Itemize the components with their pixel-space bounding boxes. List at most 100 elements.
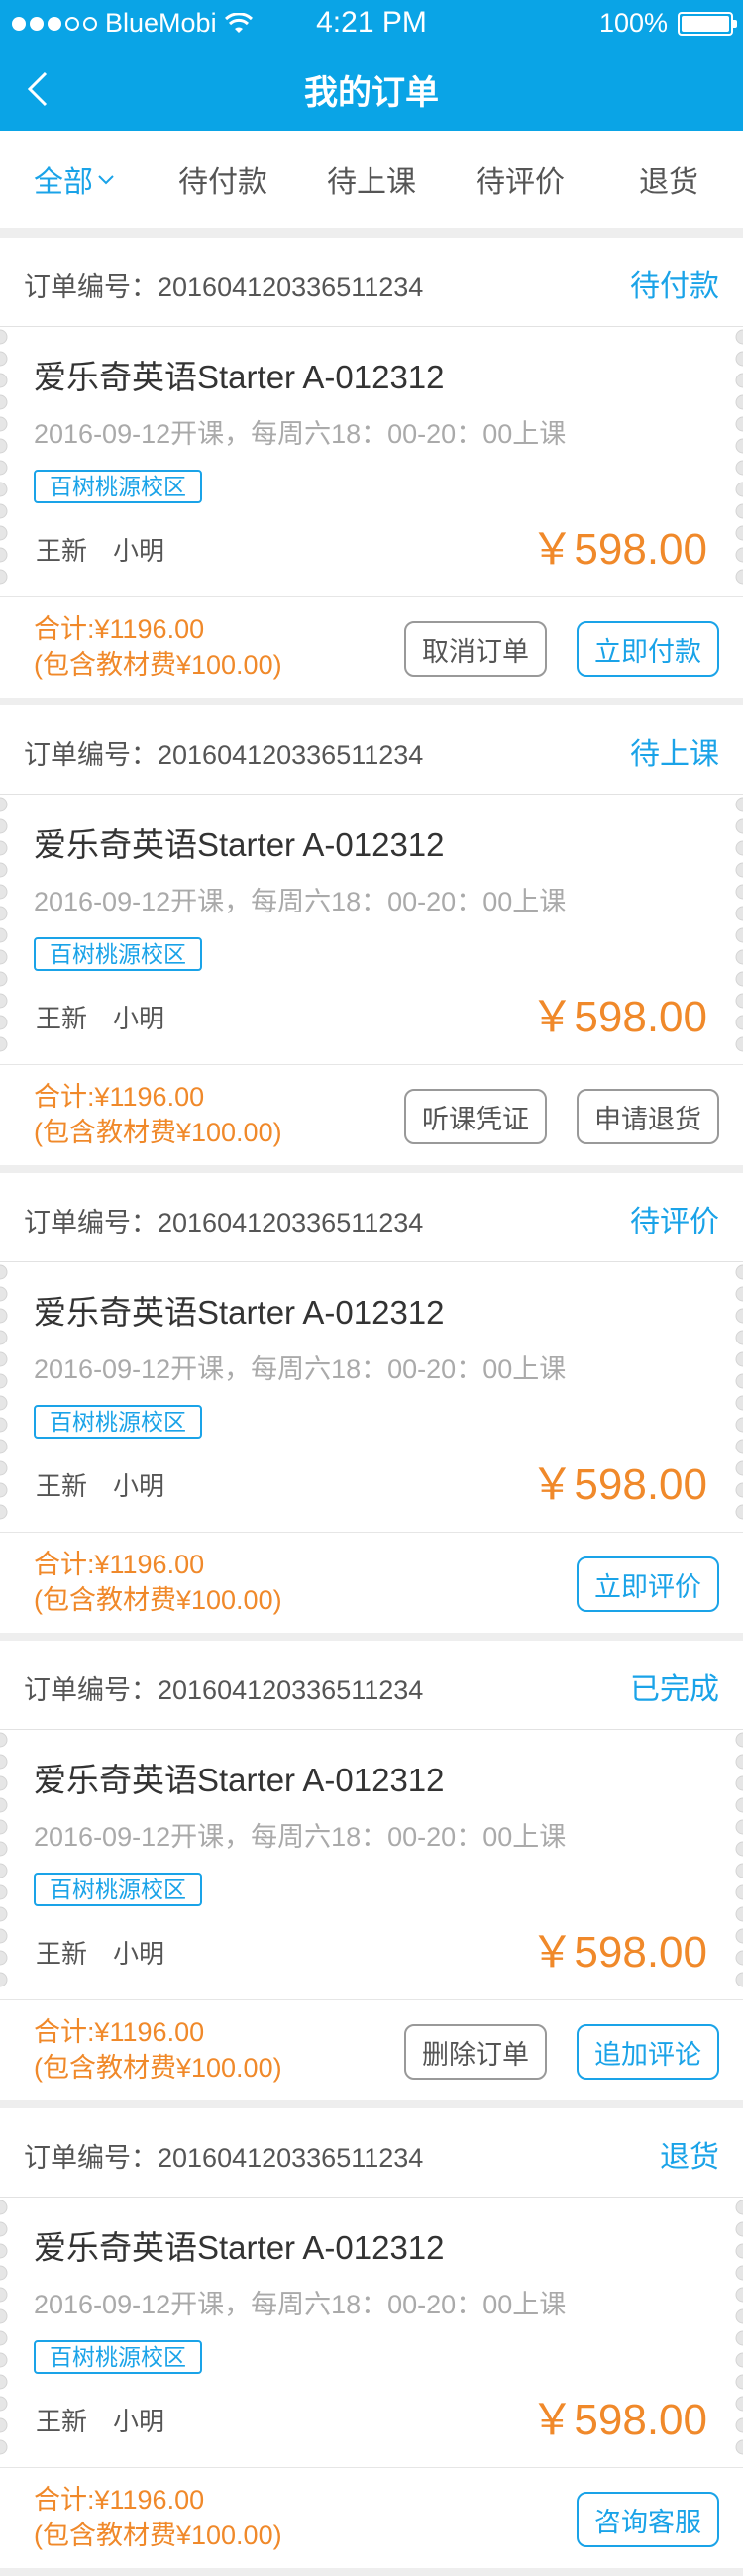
order-header: 订单编号：201604120336511234 待付款 (0, 238, 743, 327)
tab-label: 待付款 (178, 166, 267, 199)
order-footer: 合计:¥1196.00 (包含教材费¥100.00) 删除订单 追加评论 (0, 1999, 743, 2100)
order-action-button[interactable]: 听课凭证 (404, 1089, 547, 1144)
order-action-button[interactable]: 咨询客服 (577, 2492, 719, 2547)
order-footer: 合计:¥1196.00 (包含教材费¥100.00) 听课凭证 申请退货 (0, 1064, 743, 1165)
order-card: 订单编号：201604120336511234 待付款爱乐奇英语Starter A… (0, 238, 743, 698)
order-status: 已完成 (630, 1673, 719, 1706)
course-ticket[interactable]: 爱乐奇英语Starter A-012312 2016-09-12开课，每周六18：… (0, 1262, 743, 1532)
order-total: 合计:¥1196.00 (包含教材费¥100.00) (34, 611, 282, 683)
perforation-edge (733, 1730, 743, 1999)
course-price: ￥598.00 (530, 2396, 707, 2444)
total-amount: 合计:¥1196.00 (34, 1082, 205, 1112)
student-name: 小明 (113, 1939, 165, 1969)
course-title: 爱乐奇英语Starter A-012312 (34, 359, 445, 395)
course-schedule: 2016-09-12开课，每周六18：00-20：00上课 (34, 1354, 567, 1384)
order-footer: 合计:¥1196.00 (包含教材费¥100.00) 取消订单 立即付款 (0, 596, 743, 698)
course-title: 爱乐奇英语Starter A-012312 (34, 2229, 445, 2266)
order-card: 订单编号：201604120336511234 已完成 爱乐奇英语Starter A… (0, 1641, 743, 2100)
order-header: 订单编号：201604120336511234 退货 (0, 2108, 743, 2198)
perforation-edge (0, 1262, 10, 1532)
battery-percent: 100% (598, 8, 668, 38)
order-number: 订单编号：201604120336511234 (24, 740, 424, 770)
order-total: 合计:¥1196.00 (包含教材费¥100.00) (34, 2014, 282, 2086)
tab-label: 全部 (34, 166, 93, 199)
perforation-edge (733, 795, 743, 1064)
total-amount: 合计:¥1196.00 (34, 614, 205, 644)
order-actions: 删除订单 追加评论 (404, 2024, 719, 2080)
student-name: 小明 (113, 1471, 165, 1501)
material-fee-note: (包含教材费¥100.00) (34, 2053, 282, 2083)
campus-tag: 百树桃源校区 (34, 937, 202, 971)
tab-label: 待评价 (476, 166, 565, 199)
course-price: ￥598.00 (530, 1928, 707, 1977)
order-total: 合计:¥1196.00 (包含教材费¥100.00) (34, 2482, 282, 2553)
order-actions: 立即评价 (577, 1556, 719, 1612)
perforation-edge (733, 2198, 743, 2467)
course-schedule: 2016-09-12开课，每周六18：00-20：00上课 (34, 2290, 567, 2319)
order-action-button[interactable]: 追加评论 (577, 2024, 719, 2080)
order-status: 待评价 (630, 1206, 719, 1238)
status-bar: BlueMobi 4:21 PM 100% (0, 0, 743, 48)
tab-all[interactable]: 全部 (0, 131, 149, 228)
course-ticket[interactable]: 爱乐奇英语Starter A-012312 2016-09-12开课，每周六18：… (0, 1730, 743, 1999)
order-footer: 合计:¥1196.00 (包含教材费¥100.00) 立即评价 (0, 1532, 743, 1633)
student-name: 小明 (113, 1004, 165, 1033)
course-price: ￥598.00 (530, 1460, 707, 1509)
material-fee-note: (包含教材费¥100.00) (34, 1118, 282, 1147)
total-amount: 合计:¥1196.00 (34, 1550, 205, 1579)
order-card: 订单编号：201604120336511234 退货爱乐奇英语Starter A-… (0, 2108, 743, 2568)
order-number: 订单编号：201604120336511234 (24, 1208, 424, 1237)
order-status: 退货 (660, 2141, 719, 2174)
order-total: 合计:¥1196.00 (包含教材费¥100.00) (34, 1547, 282, 1618)
course-ticket[interactable]: 爱乐奇英语Starter A-012312 2016-09-12开课，每周六18：… (0, 2198, 743, 2467)
order-action-button[interactable]: 立即付款 (577, 621, 719, 677)
order-action-button[interactable]: 立即评价 (577, 1556, 719, 1612)
course-schedule: 2016-09-12开课，每周六18：00-20：00上课 (34, 419, 567, 449)
campus-tag: 百树桃源校区 (34, 470, 202, 503)
participants: 王新 小明 (36, 1466, 164, 1503)
battery-icon (678, 11, 737, 36)
course-schedule: 2016-09-12开课，每周六18：00-20：00上课 (34, 887, 567, 916)
campus-tag: 百树桃源校区 (34, 1405, 202, 1439)
order-actions: 咨询客服 (577, 2492, 719, 2547)
student-name: 小明 (113, 536, 165, 566)
course-title: 爱乐奇英语Starter A-012312 (34, 1762, 445, 1798)
perforation-edge (0, 795, 10, 1064)
chevron-down-icon (98, 175, 114, 185)
tab-pending-payment[interactable]: 待付款 (149, 131, 297, 228)
tab-pending-review[interactable]: 待评价 (446, 131, 594, 228)
tab-label: 待上课 (327, 166, 416, 199)
order-number: 订单编号：201604120336511234 (24, 2143, 424, 2173)
order-card: 订单编号：201604120336511234 待评价爱乐奇英语Starter A… (0, 1173, 743, 1633)
order-number: 订单编号：201604120336511234 (24, 272, 424, 302)
order-action-button[interactable]: 申请退货 (577, 1089, 719, 1144)
course-ticket[interactable]: 爱乐奇英语Starter A-012312 2016-09-12开课，每周六18：… (0, 327, 743, 596)
total-amount: 合计:¥1196.00 (34, 2017, 205, 2047)
order-action-button[interactable]: 删除订单 (404, 2024, 547, 2080)
teacher-name: 王新 (36, 2407, 88, 2436)
order-action-button[interactable]: 取消订单 (404, 621, 547, 677)
app-header: BlueMobi 4:21 PM 100% 我的订单 (0, 0, 743, 131)
order-header: 订单编号：201604120336511234 待评价 (0, 1173, 743, 1262)
course-price: ￥598.00 (530, 525, 707, 574)
teacher-name: 王新 (36, 1471, 88, 1501)
perforation-edge (733, 1262, 743, 1532)
material-fee-note: (包含教材费¥100.00) (34, 1585, 282, 1615)
tab-pending-class[interactable]: 待上课 (297, 131, 446, 228)
participants: 王新 小明 (36, 531, 164, 568)
order-status: 待付款 (630, 270, 719, 303)
tab-label: 退货 (639, 166, 698, 199)
participants: 王新 小明 (36, 2402, 164, 2438)
material-fee-note: (包含教材费¥100.00) (34, 2521, 282, 2550)
perforation-edge (0, 2198, 10, 2467)
course-ticket[interactable]: 爱乐奇英语Starter A-012312 2016-09-12开课，每周六18：… (0, 795, 743, 1064)
order-header: 订单编号：201604120336511234 待上课 (0, 705, 743, 795)
page-title: 我的订单 (304, 74, 439, 112)
perforation-edge (0, 327, 10, 596)
teacher-name: 王新 (36, 536, 88, 566)
order-filter-tabs: 全部 待付款 待上课 待评价 退货 (0, 131, 743, 228)
student-name: 小明 (113, 2407, 165, 2436)
campus-tag: 百树桃源校区 (34, 1873, 202, 1906)
order-header: 订单编号：201604120336511234 已完成 (0, 1641, 743, 1730)
tab-refund[interactable]: 退货 (594, 131, 743, 228)
